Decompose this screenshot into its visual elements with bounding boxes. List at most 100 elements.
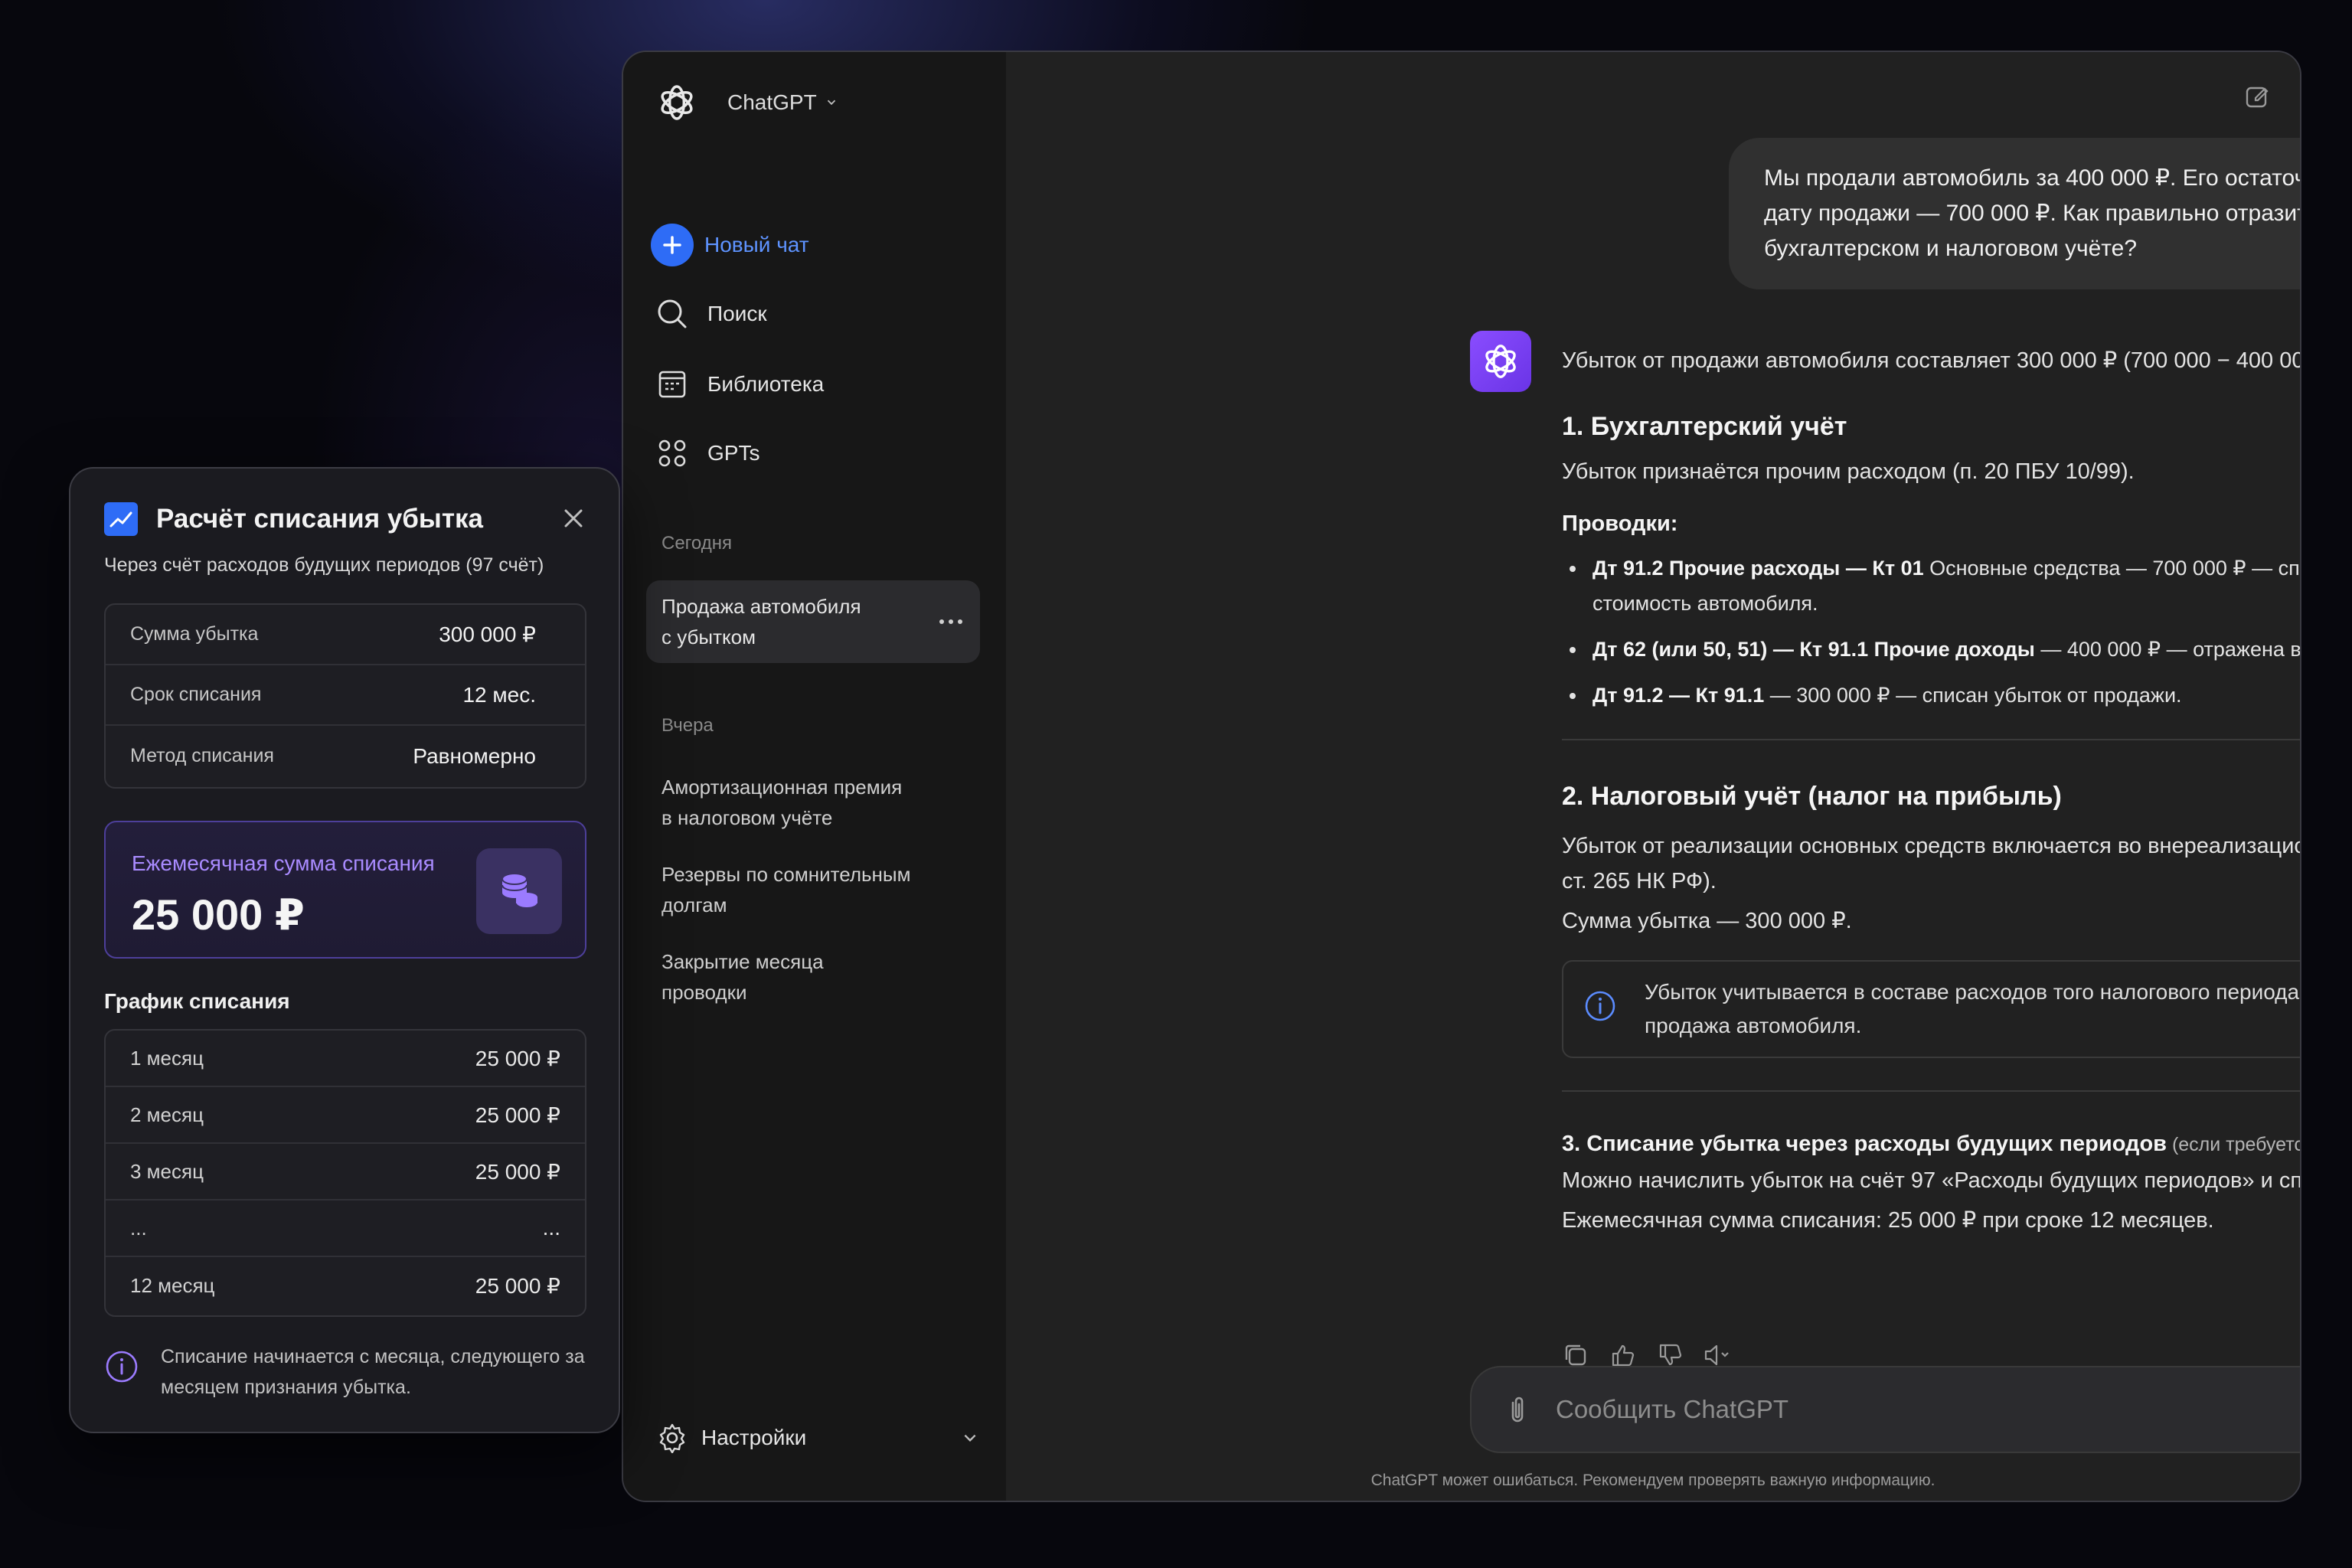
postings-list: Дт 91.2 Прочие расходы — Кт 01 Основные … [1562,550,2301,713]
param-label: Метод списания [130,745,274,766]
posting-text: — 400 000 ₽ — отражена выручка от продаж… [2040,638,2301,661]
section-today: Сегодня [662,533,732,554]
close-icon[interactable] [562,507,585,530]
params-table: Сумма убытка 300 000 ₽ Срок списания 12 … [104,603,586,789]
history-item-line: проводки [662,981,747,1004]
history-item-line: Резервы по сомнительным [662,863,911,886]
plus-icon [651,224,694,266]
section-heading: 2. Налоговый учёт (налог на прибыль) [1562,782,2062,811]
copy-icon [1565,1344,1586,1366]
monthly-amount-panel: Ежемесячная сумма списания 25 000 ₽ [104,821,586,959]
app-name: ChatGPT [727,90,817,114]
param-value: Равномерно [413,743,536,768]
paperclip-icon[interactable] [1501,1393,1534,1427]
settings-button[interactable]: Настройки [657,1423,978,1453]
new-chat-label: Новый чат [704,233,809,256]
gpts-button[interactable]: GPTs [654,430,760,476]
schedule-amount: ... [542,1216,560,1240]
thumbs-up-icon [1612,1344,1635,1367]
tax-note: Убыток учитывается в составе расходов то… [1562,960,2301,1058]
answer-paragraph: Можно начислить убыток на счёт 97 «Расхо… [1562,1168,2301,1193]
posting-item: Дт 91.2 Прочие расходы — Кт 01 Основные … [1562,550,2300,621]
section-heading-3: 3. Списание убытка через расходы будущих… [1562,1132,2300,1157]
schedule-amount: 25 000 ₽ [475,1159,560,1184]
library-button[interactable]: Библиотека [654,361,824,407]
history-item-line: в налоговом учёте [662,806,833,829]
openai-logo-icon [661,85,693,120]
chatgpt-window: ChatGPT Новый чат Поиск Библиотека GPTs … [622,51,2301,1502]
card-note-text: Списание начинается с месяца, следующего… [161,1346,585,1398]
thumbs-down-icon [1659,1344,1682,1366]
history-item-active[interactable]: Продажа автомобиля с убытком [646,580,980,663]
schedule-row: 12 месяц 25 000 ₽ [106,1257,585,1314]
schedule-month: 3 месяц [130,1159,204,1183]
more-icon[interactable] [939,619,963,625]
chat-area: Мы продали автомобиль за 400 000 ₽. Его … [1006,52,2300,1501]
history-item-line: Продажа автомобиля [662,595,861,618]
schedule-month: ... [130,1216,147,1240]
answer-paragraph: Сумма убытка — 300 000 ₽. [1562,909,1852,933]
speaker-icon [1704,1344,1729,1366]
schedule-row: 2 месяц 25 000 ₽ [106,1087,585,1144]
param-label: Срок списания [130,684,262,705]
assistant-avatar [1470,331,1531,392]
card-title: Расчёт списания убытка [156,504,483,534]
composer-placeholder[interactable]: Сообщить ChatGPT [1556,1395,1788,1424]
chevron-down-icon [964,1434,976,1442]
compose-icon[interactable] [2245,84,2269,109]
history-item-line: долгам [662,893,727,916]
history-item-line: Закрытие месяца [662,950,824,973]
sidebar: ChatGPT Новый чат Поиск Библиотека GPTs … [623,52,1006,1501]
posting-bold: Дт 91.2 — Кт 91.1 [1592,684,1765,707]
monthly-value: 25 000 ₽ [132,890,305,939]
section-yesterday: Вчера [662,715,714,736]
schedule-table: 1 месяц 25 000 ₽ 2 месяц 25 000 ₽ 3 меся… [104,1029,586,1317]
model-switcher[interactable]: ChatGPT [655,81,838,124]
history-item[interactable]: Закрытие месяца проводки [662,946,968,1008]
gpts-grid-icon [654,435,691,472]
answer-paragraph: Убыток признаётся прочим расходом (п. 20… [1562,459,2135,484]
section-hint: (если требуется равномерное признание) [2171,1134,2300,1155]
param-row: Сумма убытка 300 000 ₽ [106,605,585,665]
posting-item: Дт 91.2 — Кт 91.1 — 300 000 ₽ — списан у… [1562,678,2300,713]
message-composer[interactable]: Сообщить ChatGPT [1470,1366,2300,1453]
user-message: Мы продали автомобиль за 400 000 ₽. Его … [1729,138,2300,289]
param-label: Сумма убытка [130,623,259,645]
settings-label: Настройки [701,1426,807,1449]
history-item-line: с убытком [662,626,756,648]
schedule-row: 3 месяц 25 000 ₽ [106,1144,585,1200]
param-value: 12 мес. [462,682,536,707]
section-heading: 1. Бухгалтерский учёт [1562,412,1847,441]
search-icon [654,296,691,332]
disclaimer: ChatGPT может ошибаться. Рекомендуем про… [1370,1472,1936,1489]
note-text: Убыток учитывается в составе расходов то… [1645,980,2301,1037]
schedule-row: 1 месяц 25 000 ₽ [106,1031,585,1087]
search-label: Поиск [707,302,767,325]
gear-icon [659,1423,685,1453]
history-item[interactable]: Резервы по сомнительным долгам [662,859,968,920]
library-icon [654,366,691,403]
new-chat-button[interactable]: Новый чат [651,222,809,268]
history-item[interactable]: Амортизационная премия в налоговом учёте [662,772,968,833]
card-header: Расчёт списания убытка [104,502,483,536]
info-icon [106,1351,138,1383]
answer-paragraph: Убыток от реализации основных средств вк… [1562,834,2300,893]
schedule-amount: 25 000 ₽ [475,1046,560,1070]
param-row: Срок списания 12 мес. [106,665,585,726]
chart-icon [104,502,138,536]
loss-writeoff-card: Расчёт списания убытка Через счёт расход… [69,467,620,1433]
chevron-down-icon [827,100,835,106]
schedule-amount: 25 000 ₽ [475,1273,560,1298]
postings-label: Проводки: [1562,511,1678,536]
library-label: Библиотека [707,372,825,396]
history-item-line: Амортизационная премия [662,776,903,799]
section-heading: 3. Списание убытка через расходы будущих… [1562,1132,2167,1156]
info-icon [1585,991,1615,1021]
posting-text: — 300 000 ₽ — списан убыток от продажи. [1764,684,2182,707]
posting-bold: Дт 91.2 Прочие расходы — Кт 01 [1592,557,1924,580]
answer-intro: Убыток от продажи автомобиля составляет … [1562,348,2301,373]
coins-icon [476,848,562,934]
schedule-month: 2 месяц [130,1102,204,1126]
monthly-label: Ежемесячная сумма списания [132,851,435,875]
search-button[interactable]: Поиск [654,291,767,337]
